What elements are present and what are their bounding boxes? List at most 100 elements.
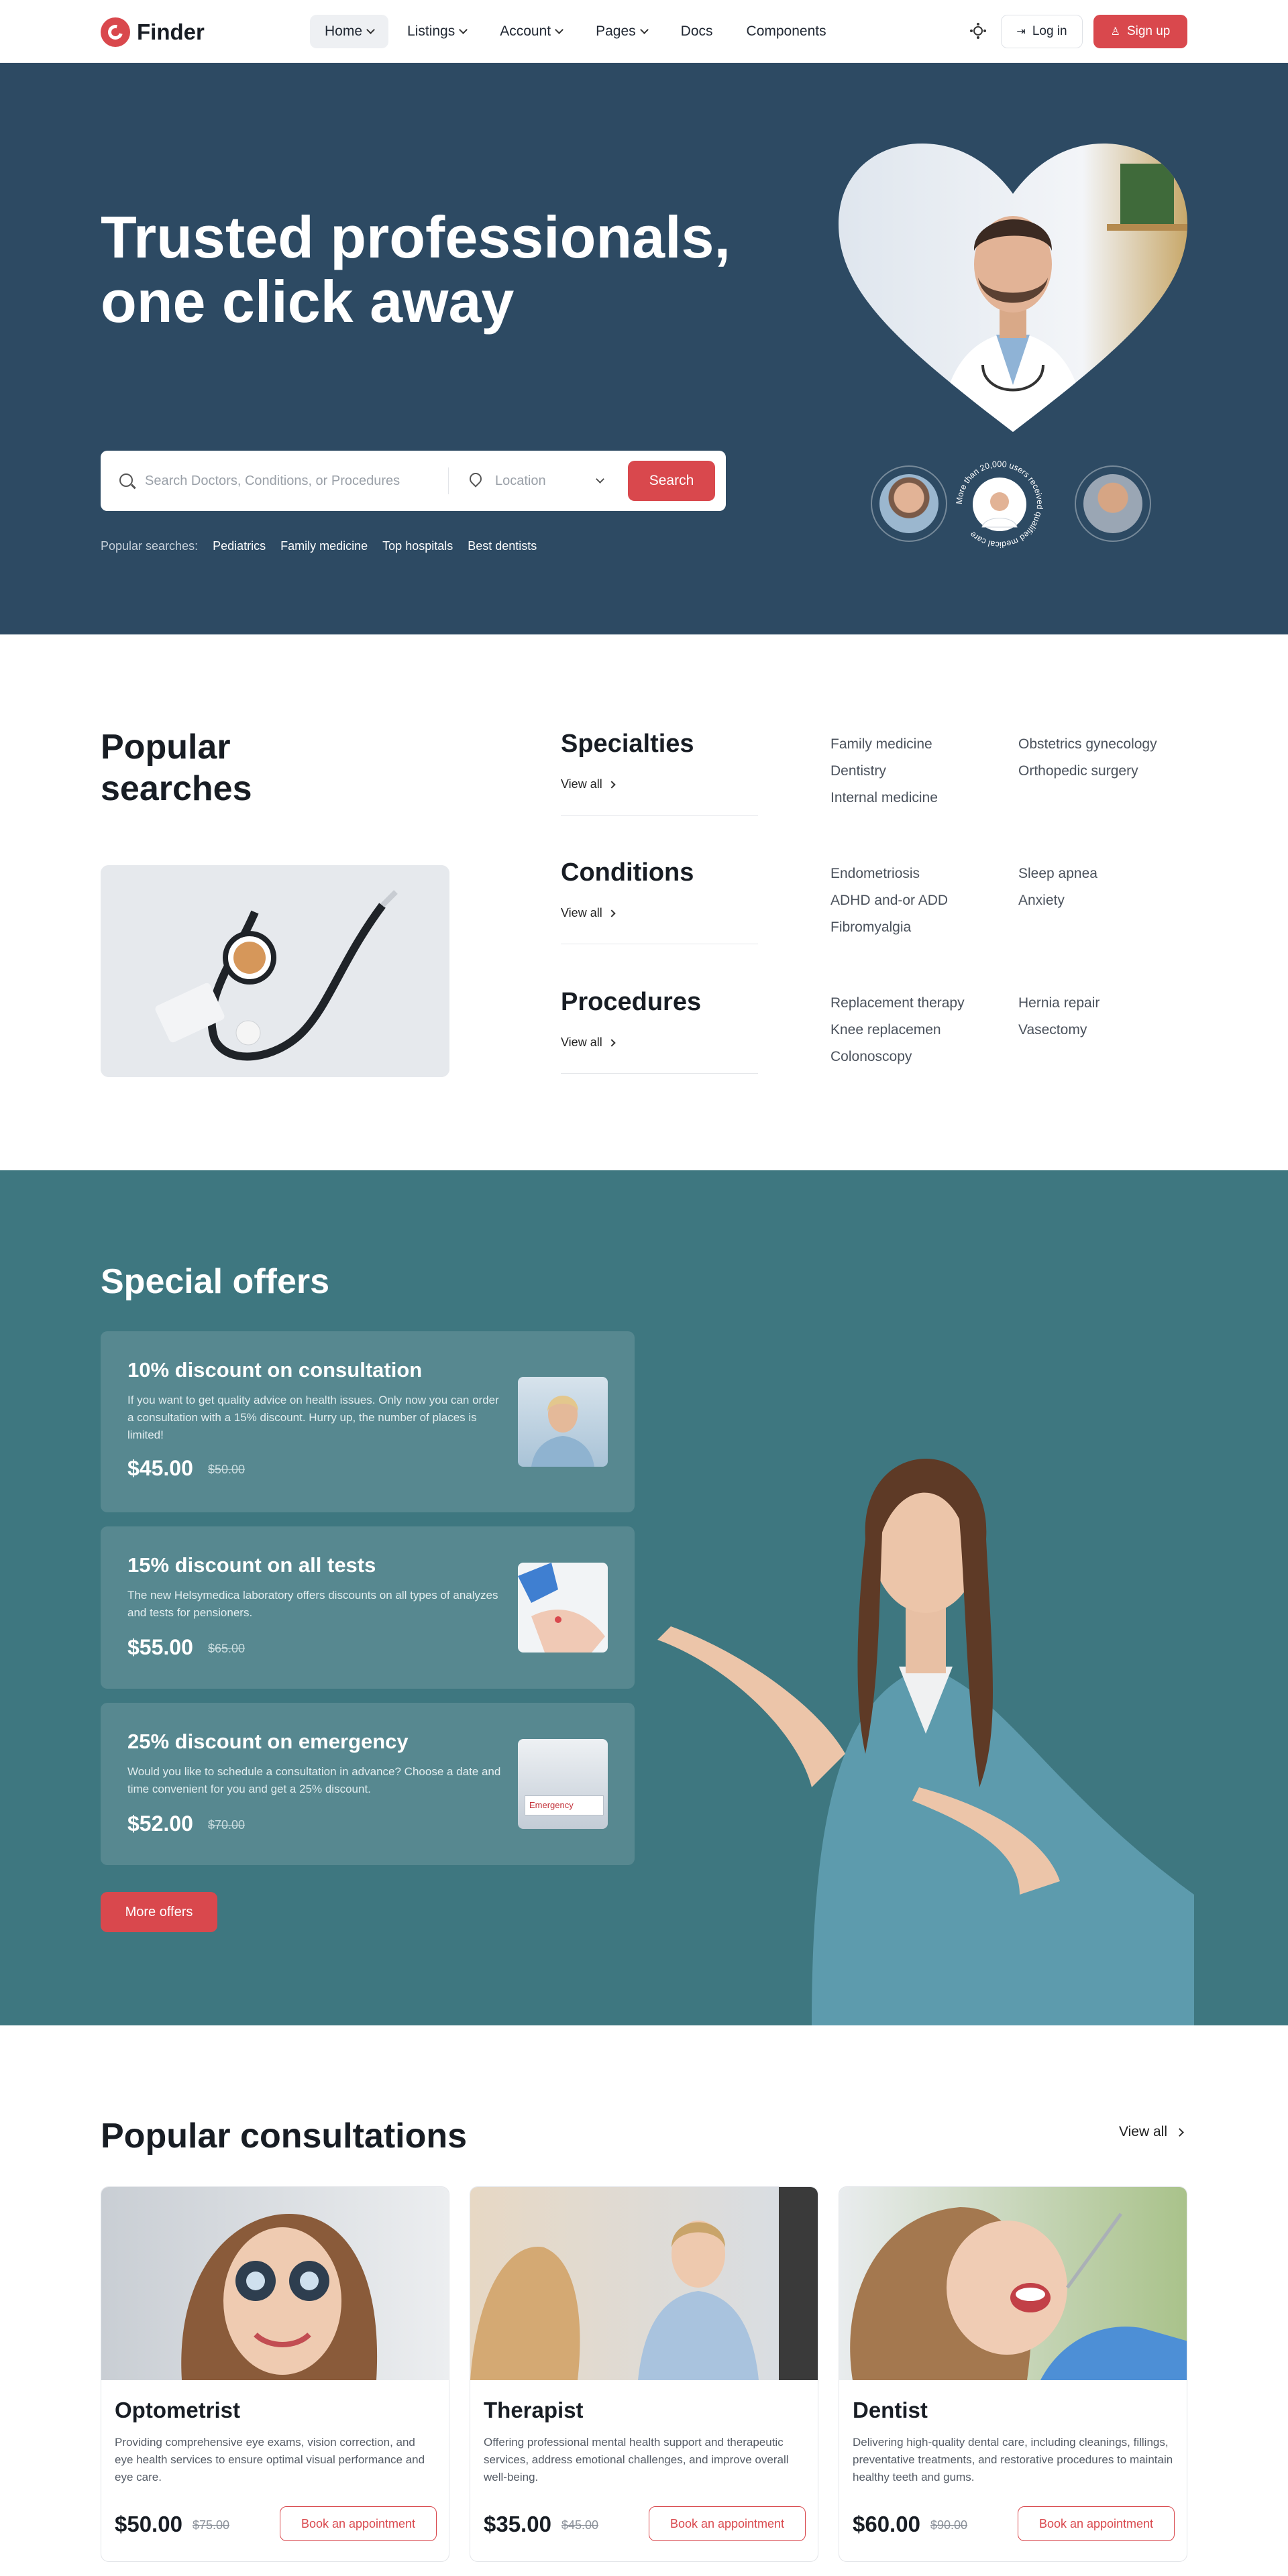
offer-text: Would you like to schedule a consultatio… [127,1765,501,1795]
nav-item-docs[interactable]: Docs [666,15,728,48]
popular-link[interactable]: Family medicine [280,539,368,553]
book-appointment-button[interactable]: Book an appointment [1018,2506,1175,2541]
ring-text-badge: More than 20,000 users received qualifie… [955,459,1044,549]
search-button[interactable]: Search [628,461,715,501]
popular-link[interactable]: Top hospitals [382,539,453,553]
list-item[interactable]: Colonoscopy [830,1049,1018,1065]
consultation-price: $50.00 [115,2512,182,2536]
consultation-name: Therapist [484,2398,584,2422]
nav-label: Listings [407,23,455,39]
chevron-right-icon [1175,2127,1184,2137]
consultation-image [470,2187,818,2380]
list-item[interactable]: Vasectomy [1018,1022,1206,1038]
avatar [1075,465,1151,542]
stethoscope-image [101,865,449,1077]
logo-text: Finder [137,19,205,44]
consultation-price: $35.00 [484,2512,551,2536]
category-title: Specialties [561,730,694,758]
chevron-right-icon [608,1038,616,1047]
nav-label: Components [746,23,826,39]
view-all-link[interactable]: View all [561,1035,758,1050]
hero-section: Trusted professionals, one click away Sea… [0,63,1288,634]
nav-item-home[interactable]: Home [310,15,389,48]
view-all-link[interactable]: View all [561,777,758,791]
consultation-card[interactable]: Dentist Delivering high-quality dental c… [839,2186,1187,2562]
nav-label: Pages [596,23,636,39]
chevron-right-icon [608,780,616,789]
offer-price: $45.00 [127,1456,193,1480]
nav-item-components[interactable]: Components [732,15,841,48]
logo[interactable]: Finder [101,17,205,47]
more-offers-button[interactable]: More offers [101,1892,217,1932]
signup-label: Sign up [1126,24,1171,38]
user-avatars: More than 20,000 users received qualifie… [871,457,1152,551]
list-item[interactable]: Endometriosis [830,866,1018,882]
list-item[interactable]: Dentistry [830,763,1018,779]
consultation-description: Providing comprehensive eye exams, visio… [115,2436,425,2483]
hero-title-line1: Trusted professionals, [101,204,731,270]
list-item[interactable]: Obstetrics gynecology [1018,736,1206,752]
section-title: Popular consultations [101,2117,468,2155]
user-icon: ♙ [1110,26,1120,38]
consultation-description: Delivering high-quality dental care, inc… [853,2436,1173,2483]
nurse-image [644,1318,1194,2025]
list-item[interactable]: Replacement therapy [830,995,1018,1011]
section-title: Popular searches [101,728,252,808]
consultation-old-price: $45.00 [561,2518,599,2532]
view-all-label: View all [561,1035,602,1049]
offer-card[interactable]: 10% discount on consultation If you want… [101,1331,635,1512]
nav-label: Docs [680,23,713,39]
list-item[interactable]: Internal medicine [830,790,1018,806]
consultation-description: Offering professional mental health supp… [484,2436,789,2483]
avatar [871,465,947,542]
offer-card[interactable]: 15% discount on all tests The new Helsym… [101,1526,635,1689]
nav-item-pages[interactable]: Pages [581,15,662,48]
list-item[interactable]: Fibromyalgia [830,919,1018,936]
offer-old-price: $50.00 [208,1463,246,1476]
popular-link[interactable]: Pediatrics [213,539,266,553]
view-all-link[interactable]: View all [561,906,758,920]
category-list: Family medicine Obstetrics gynecology De… [830,736,1206,806]
chevron-down-icon [555,25,564,34]
offer-card[interactable]: 25% discount on emergency Would you like… [101,1703,635,1865]
book-appointment-button[interactable]: Book an appointment [280,2506,437,2541]
view-all-link[interactable]: View all [1119,2124,1184,2140]
consultation-card[interactable]: Therapist Offering professional mental h… [470,2186,818,2562]
doctor-heart-image [839,144,1187,432]
list-item[interactable]: Hernia repair [1018,995,1206,1011]
list-item[interactable]: Sleep apnea [1018,866,1206,882]
chevron-down-icon [639,25,649,34]
signup-button[interactable]: ♙ Sign up [1093,15,1187,48]
popular-label: Popular searches: [101,539,199,553]
logo-icon [101,17,130,47]
consultation-image [839,2187,1187,2380]
consultation-card[interactable]: Optometrist Providing comprehensive eye … [101,2186,449,2562]
category-list: Replacement therapy Hernia repair Knee r… [830,995,1206,1065]
list-item[interactable]: Family medicine [830,736,1018,752]
offer-title: 15% discount on all tests [127,1553,376,1577]
nav-label: Home [325,23,363,39]
offer-title: 25% discount on emergency [127,1730,409,1753]
hero-title: Trusted professionals, one click away [101,205,758,334]
login-icon: ⇥ [1016,26,1026,38]
theme-toggle-button[interactable] [966,19,990,43]
list-item[interactable]: Knee replacemen [830,1022,1018,1038]
nav-item-listings[interactable]: Listings [392,15,481,48]
category-title: Conditions [561,858,694,887]
list-item[interactable]: ADHD and-or ADD [830,893,1018,909]
book-appointment-button[interactable]: Book an appointment [649,2506,806,2541]
view-all-label: View all [561,777,602,791]
popular-link[interactable]: Best dentists [468,539,537,553]
nav-item-account[interactable]: Account [485,15,577,48]
category-list: Endometriosis Sleep apnea ADHD and-or AD… [830,866,1206,936]
offer-thumbnail [518,1377,608,1467]
main-nav: Home Listings Account Pages Docs Compone… [310,15,841,48]
login-button[interactable]: ⇥ Log in [1001,15,1083,48]
map-pin-icon [467,470,484,488]
list-item[interactable]: Orthopedic surgery [1018,763,1206,779]
list-item[interactable]: Anxiety [1018,893,1206,909]
offer-thumbnail: Emergency [518,1739,608,1829]
search-input[interactable] [145,467,427,494]
avatar-photo [1083,474,1142,533]
search-icon [119,473,133,487]
